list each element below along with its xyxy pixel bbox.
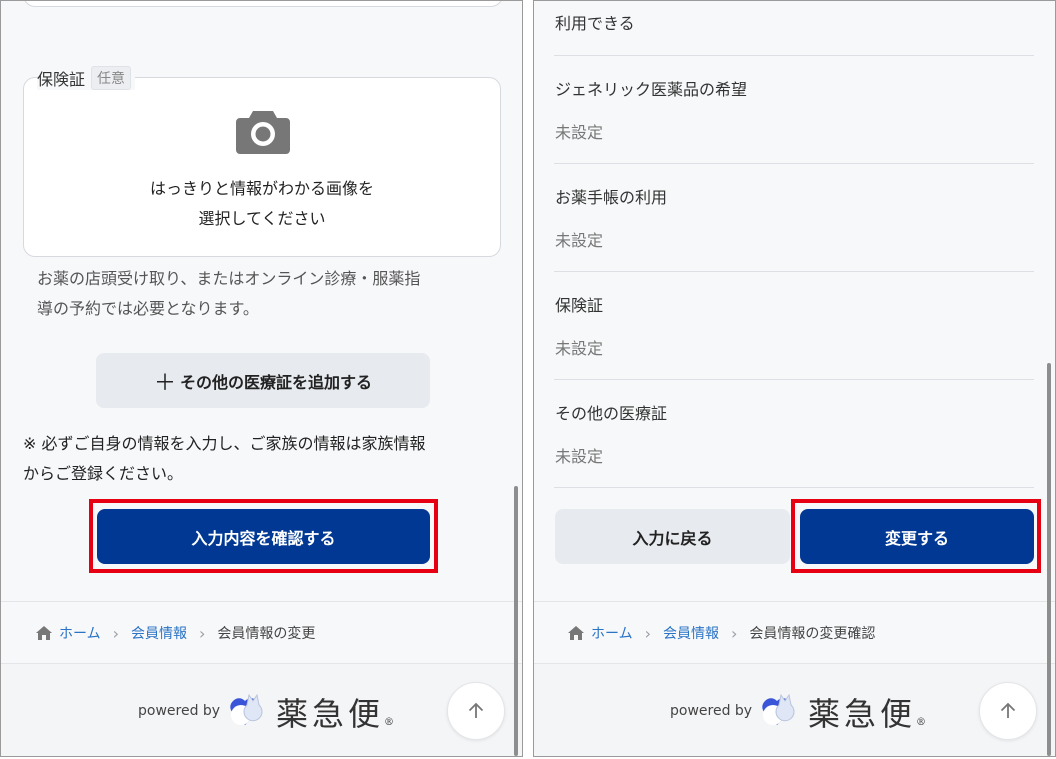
divider (554, 487, 1034, 488)
divider (534, 601, 1055, 602)
insurance-card-label: 保険証 (555, 296, 604, 315)
brand-logo: 薬急便® (276, 689, 394, 735)
breadcrumb: ホーム › 会員情報 › 会員情報の変更確認 (567, 623, 875, 643)
divider (554, 271, 1034, 272)
divider (554, 55, 1034, 56)
top-text: 利用できる (555, 14, 635, 33)
left-screen: 保険証 任意 はっきりと情報がわかる画像を 選択してください お薬の店頭受け取り… (0, 0, 523, 757)
chevron-right-icon: › (112, 623, 119, 643)
arrow-up-icon (468, 702, 484, 718)
generic-drug-label: ジェネリック医薬品の希望 (555, 80, 748, 99)
insurance-upload-box[interactable]: はっきりと情報がわかる画像を 選択してください (23, 77, 501, 257)
back-to-input-button[interactable]: 入力に戻る (555, 509, 790, 564)
chevron-right-icon: › (199, 623, 206, 643)
scroll-to-top-button[interactable] (447, 682, 505, 740)
right-screen: 利用できる ジェネリック医薬品の希望 未設定 お薬手帳の利用 未設定 保険証 未… (533, 0, 1056, 757)
divider (554, 163, 1034, 164)
breadcrumb-member-info[interactable]: 会員情報 (131, 623, 187, 643)
other-certificate-value: 未設定 (555, 447, 604, 466)
optional-tag: 任意 (91, 66, 132, 90)
scrollbar[interactable] (514, 486, 518, 756)
home-icon (568, 626, 584, 640)
upload-instruction-line1: はっきりと情報がわかる画像を (149, 179, 374, 198)
confirm-input-button[interactable]: 入力内容を確認する (97, 509, 430, 564)
arrow-up-icon (1000, 702, 1016, 718)
plus-icon: ＋ (153, 370, 176, 396)
registered-mark: ® (384, 717, 395, 728)
insurance-card-value: 未設定 (555, 339, 604, 358)
insurance-help-text: お薬の店頭受け取り、またはオンライン診療・服薬指 導の予約では必要となります。 (37, 264, 497, 324)
generic-drug-value: 未設定 (555, 123, 604, 142)
insurance-label: 保険証 任意 (37, 66, 136, 90)
breadcrumb-current: 会員情報の変更確認 (749, 626, 876, 642)
divider (1, 601, 522, 602)
chevron-right-icon: › (644, 623, 651, 643)
brand-logo-text: 薬急便 (276, 695, 385, 733)
breadcrumb-home[interactable]: ホーム (59, 623, 101, 643)
help-line1: お薬の店頭受け取り、またはオンライン診療・服薬指 (37, 269, 421, 288)
logo-mark-icon (230, 693, 263, 725)
add-medical-certificate-button[interactable]: ＋ その他の医療証を追加する (96, 353, 430, 408)
breadcrumb-home[interactable]: ホーム (591, 623, 633, 643)
powered-by-text: powered by (138, 703, 221, 719)
breadcrumb-current: 会員情報の変更 (217, 626, 316, 642)
camera-icon (236, 111, 290, 154)
breadcrumb: ホーム › 会員情報 › 会員情報の変更 (35, 623, 315, 643)
family-note: ※ 必ずご自身の情報を入力し、ご家族の情報は家族情報 からご登録ください。 (23, 429, 503, 489)
scroll-to-top-button[interactable] (979, 682, 1037, 740)
insurance-label-text: 保険証 (37, 70, 86, 89)
note-line2: からご登録ください。 (23, 464, 184, 483)
breadcrumb-member-info[interactable]: 会員情報 (663, 623, 719, 643)
other-certificate-label: その他の医療証 (555, 404, 668, 423)
brand-logo: 薬急便® (808, 689, 926, 735)
chevron-right-icon: › (731, 623, 738, 643)
divider (554, 379, 1034, 380)
logo-mark-icon (762, 693, 795, 725)
registered-mark: ® (916, 717, 927, 728)
add-button-label: その他の医療証を追加する (180, 372, 373, 392)
brand-logo-text: 薬急便 (808, 695, 917, 733)
medication-notebook-label: お薬手帳の利用 (555, 188, 668, 207)
powered-by-text: powered by (670, 703, 753, 719)
home-icon (36, 626, 52, 640)
previous-card (23, 1, 503, 7)
help-line2: 導の予約では必要となります。 (37, 299, 259, 318)
scrollbar[interactable] (1047, 363, 1051, 756)
medication-notebook-value: 未設定 (555, 231, 604, 250)
note-line1: ※ 必ずご自身の情報を入力し、ご家族の情報は家族情報 (23, 434, 426, 453)
submit-change-button[interactable]: 変更する (800, 509, 1034, 564)
upload-instruction-line2: 選択してください (198, 209, 326, 228)
